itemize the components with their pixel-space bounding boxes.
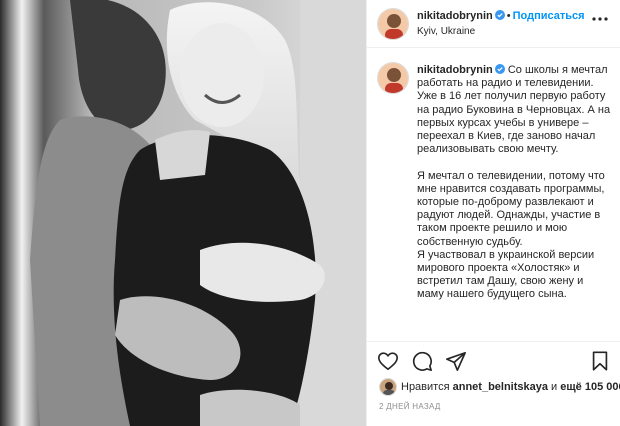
bookmark-icon[interactable]: [589, 350, 611, 372]
liker-avatar-image: [380, 379, 396, 395]
caption-author-avatar[interactable]: [377, 62, 409, 94]
likes-conjunction: и: [551, 381, 558, 393]
verified-badge-icon: [494, 64, 505, 74]
separator-dot: •: [506, 10, 511, 22]
post-timestamp[interactable]: 2 ДНЕЙ НАЗАД: [379, 402, 441, 411]
more-options-icon[interactable]: [591, 12, 609, 26]
paper-plane-icon[interactable]: [445, 350, 467, 372]
liker-avatar[interactable]: [379, 378, 397, 396]
post-header: nikitadobrynin • Подписаться Kyiv, Ukraine: [367, 0, 620, 48]
likes-prefix: Нравится: [401, 381, 450, 393]
post-sidebar: nikitadobrynin • Подписаться Kyiv, Ukraine…: [366, 0, 620, 426]
likes-text: Нравится annet_belnitskaya и ещё 105 006: [401, 381, 620, 393]
comment-icon[interactable]: [411, 350, 433, 372]
avatar-image: [378, 9, 408, 39]
avatar-image: [378, 63, 408, 93]
post-caption: nikitadobrynin Со школы я мечтал работат…: [367, 58, 620, 342]
verified-badge-icon: [494, 10, 505, 20]
caption-username[interactable]: nikitadobrynin: [417, 64, 493, 76]
caption-body: Со школы я мечтал работать на радио и те…: [417, 64, 611, 301]
post-photo-image: [0, 0, 366, 426]
likes-count[interactable]: ещё 105 006: [560, 381, 620, 393]
heart-icon[interactable]: [377, 350, 399, 372]
caption-text-block: nikitadobrynin Со школы я мечтал работат…: [417, 64, 613, 302]
post-location[interactable]: Kyiv, Ukraine: [417, 26, 475, 37]
liker-username[interactable]: annet_belnitskaya: [453, 381, 548, 393]
action-bar: [367, 346, 620, 376]
post-photo[interactable]: [0, 0, 366, 426]
author-avatar[interactable]: [377, 8, 409, 40]
header-name-line: nikitadobrynin • Подписаться: [417, 10, 585, 22]
author-username[interactable]: nikitadobrynin: [417, 10, 493, 22]
follow-button[interactable]: Подписаться: [513, 10, 585, 22]
